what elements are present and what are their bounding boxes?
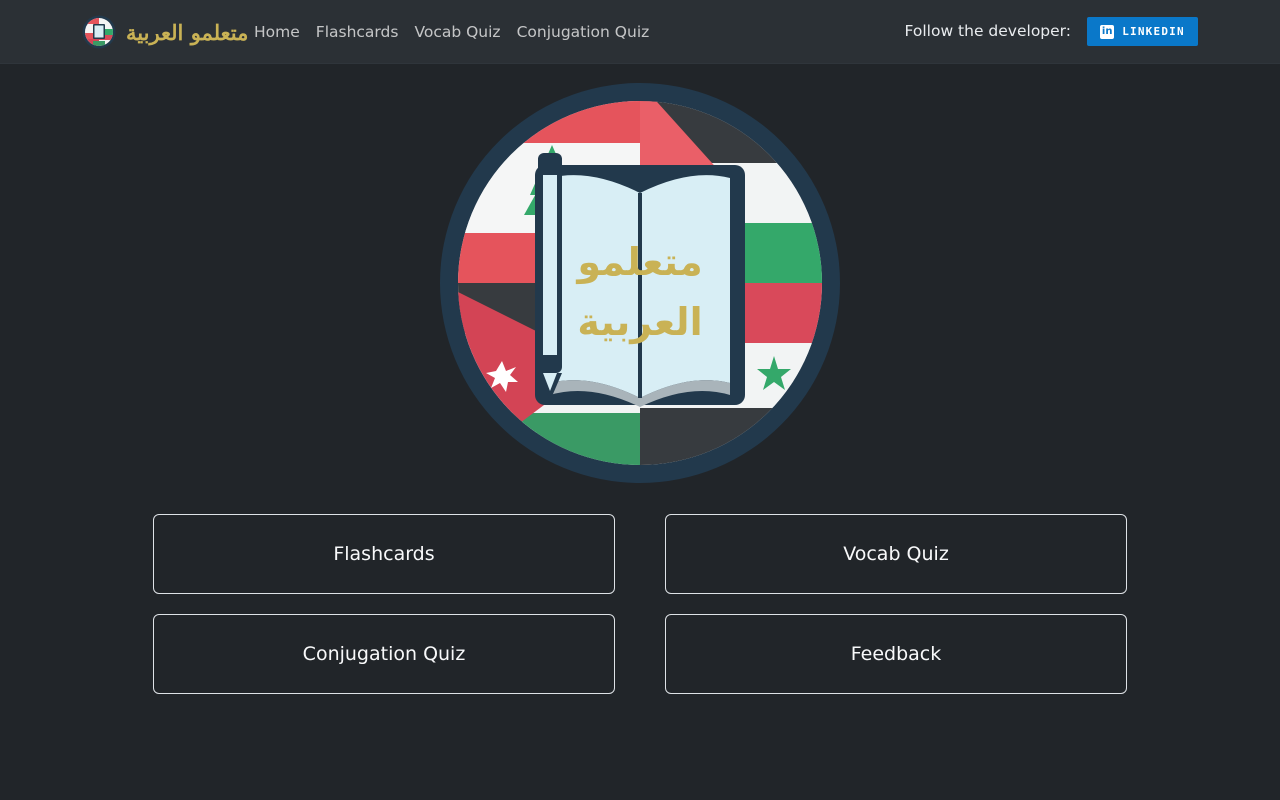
vocab-quiz-button[interactable]: Vocab Quiz [665, 514, 1127, 594]
feedback-button[interactable]: Feedback [665, 614, 1127, 694]
nav-flashcards[interactable]: Flashcards [308, 23, 407, 41]
linkedin-icon: in [1100, 24, 1115, 39]
follow-developer-text: Follow the developer: [904, 22, 1071, 40]
flashcards-button[interactable]: Flashcards [153, 514, 615, 594]
nav-links: Home Flashcards Vocab Quiz Conjugation Q… [246, 0, 657, 64]
brand-logo-icon [82, 15, 116, 49]
brand-link[interactable]: متعلمو العربية [82, 15, 248, 49]
brand-name: متعلمو العربية [126, 19, 249, 45]
conjugation-quiz-button[interactable]: Conjugation Quiz [153, 614, 615, 694]
hero-title-line2: العربية [577, 300, 702, 344]
nav-vocab-quiz[interactable]: Vocab Quiz [406, 23, 508, 41]
nav-home[interactable]: Home [246, 23, 308, 41]
nav-conjugation-quiz[interactable]: Conjugation Quiz [509, 23, 658, 41]
hero-logo: متعلمو العربية [440, 83, 840, 483]
linkedin-label: LINKEDIN [1122, 25, 1185, 38]
linkedin-button[interactable]: in LINKEDIN [1087, 17, 1198, 46]
open-book-pencil-flags-icon: متعلمو العربية [440, 83, 840, 483]
top-navbar: متعلمو العربية Home Flashcards Vocab Qui… [0, 0, 1280, 64]
hero-title-line1: متعلمو [575, 240, 702, 284]
